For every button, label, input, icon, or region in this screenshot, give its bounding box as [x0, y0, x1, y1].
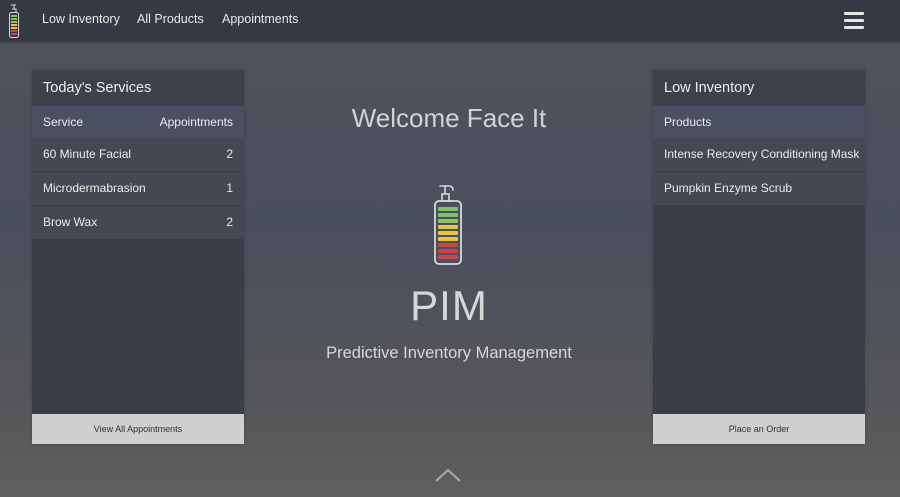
place-order-button[interactable]: Place an Order	[653, 414, 865, 444]
appointment-count: 2	[226, 215, 233, 229]
panel-title: Low Inventory	[653, 70, 865, 106]
product-name: Pumpkin Enzyme Scrub	[664, 181, 793, 195]
nav-link-appointments[interactable]: Appointments	[222, 12, 298, 26]
list-item[interactable]: Pumpkin Enzyme Scrub	[653, 172, 865, 206]
appointment-count: 1	[226, 181, 233, 195]
service-name: Microdermabrasion	[43, 181, 146, 195]
nav-link-low-inventory[interactable]: Low Inventory	[42, 12, 120, 26]
pump-bottle-inventory-icon	[434, 185, 462, 265]
view-all-appointments-button[interactable]: View All Appointments	[32, 414, 244, 444]
appointment-count: 2	[226, 147, 233, 161]
list-item[interactable]: Intense Recovery Conditioning Mask	[653, 138, 865, 172]
panel-title: Today's Services	[32, 70, 244, 106]
service-name: 60 Minute Facial	[43, 147, 132, 161]
table-row[interactable]: 60 Minute Facial 2	[32, 138, 244, 172]
product-name: Intense Recovery Conditioning Mask	[664, 147, 860, 161]
chevron-up-icon[interactable]	[434, 467, 462, 483]
table-header: Service Appointments	[32, 106, 244, 138]
todays-services-panel: Today's Services Service Appointments 60…	[32, 70, 244, 444]
table-row[interactable]: Brow Wax 2	[32, 206, 244, 240]
hamburger-menu-icon[interactable]	[844, 12, 864, 30]
top-navbar: Low Inventory All Products Appointments	[0, 0, 900, 42]
table-row[interactable]: Microdermabrasion 1	[32, 172, 244, 206]
app-subtitle: Predictive Inventory Management	[326, 344, 572, 362]
low-inventory-panel: Low Inventory Products Intense Recovery …	[653, 70, 865, 444]
column-header-service: Service	[43, 115, 84, 129]
pump-bottle-icon[interactable]	[8, 4, 20, 39]
column-header-appointments: Appointments	[159, 115, 233, 129]
welcome-heading: Welcome Face It	[351, 103, 547, 133]
nav-link-all-products[interactable]: All Products	[137, 12, 204, 26]
service-name: Brow Wax	[43, 215, 98, 229]
app-title: PIM	[410, 282, 488, 329]
table-header: Products	[653, 106, 865, 138]
column-header-products: Products	[664, 115, 712, 129]
